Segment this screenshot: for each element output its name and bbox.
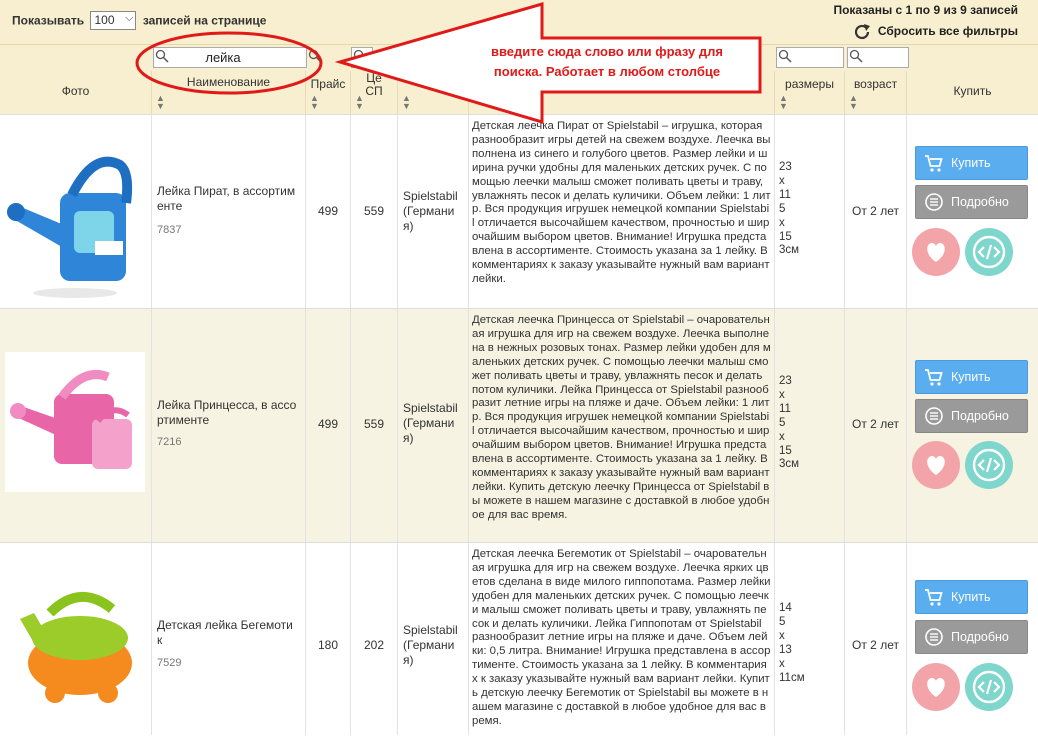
annotation-line-1: введите сюда слово или фразу для	[490, 44, 723, 59]
annotation-text: введите сюда слово или фразу для поиска.…	[462, 42, 752, 82]
highlight-ellipse	[135, 31, 323, 95]
annotation-overlay	[135, 2, 762, 125]
annotation-line-2: поиска. Работает в любом столбце	[493, 64, 721, 79]
